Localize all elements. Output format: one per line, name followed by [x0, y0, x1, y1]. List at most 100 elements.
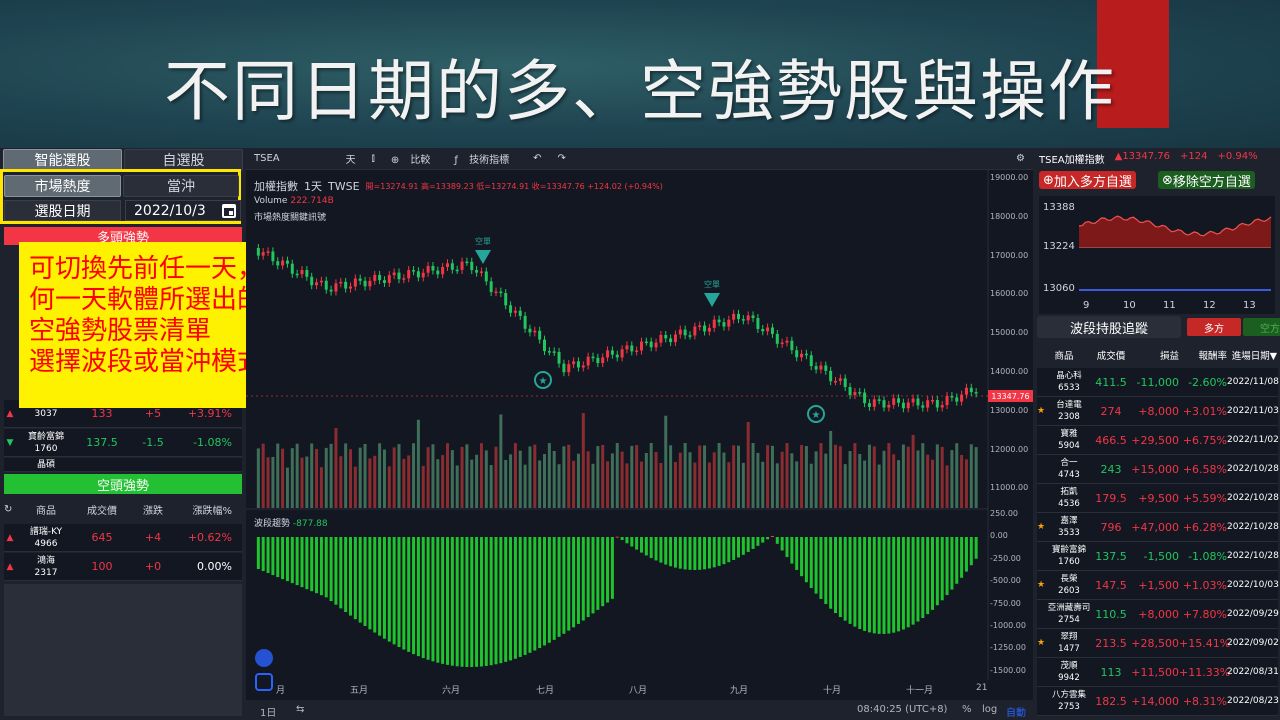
volume-bar [397, 444, 401, 508]
tab-long[interactable]: 多方 [1187, 318, 1241, 336]
calendar-icon[interactable] [222, 204, 236, 218]
candle [834, 380, 837, 383]
wave-bar [460, 537, 464, 667]
wave-bar [751, 537, 755, 549]
month-tick: 五月 [350, 686, 369, 696]
wave-bar [285, 537, 289, 582]
wave-bar [256, 537, 260, 570]
bull-row[interactable]: ▼ 寶齡富錦 1760 137.5 -1.5 -1.08% [4, 429, 242, 457]
volume-bar [572, 460, 576, 508]
volume-bar [601, 444, 605, 508]
candle [576, 361, 580, 368]
chart-canvas[interactable]: 空單空單★★ [246, 148, 1033, 720]
volume-bar [431, 444, 435, 508]
wave-bar [610, 537, 614, 599]
wave-bar [523, 537, 527, 655]
stock-return: +11.33% [1179, 665, 1231, 679]
col-entry-date[interactable]: 進場日期▼ [1227, 348, 1277, 362]
track-title[interactable]: 波段持股追蹤 [1037, 316, 1181, 338]
holding-row[interactable]: 寶雅 5904 466.5 +29,500 +6.75% 2022/11/02 [1037, 426, 1279, 455]
tab-smart-picker[interactable]: 智能選股 [3, 149, 122, 171]
tab-day-trade[interactable]: 當沖 [123, 175, 239, 197]
candle [319, 280, 323, 283]
wave-bar [858, 537, 862, 630]
wave-bar [635, 537, 639, 550]
holding-row[interactable]: ★ 嘉澤 3533 796 +47,000 +6.28% 2022/10/28 [1037, 513, 1279, 542]
stock-name-code: 八方雲集 2753 [1047, 689, 1091, 713]
volume-bar [523, 464, 527, 508]
volume-bar [261, 443, 265, 508]
holding-row[interactable]: 拓凱 4536 179.5 +9,500 +5.59% 2022/10/28 [1037, 484, 1279, 513]
holding-row[interactable]: 晶心科 6533 411.5 -11,000 -2.60% 2022/11/08 [1037, 368, 1279, 397]
refresh-icon[interactable]: ↻ [4, 504, 16, 515]
holding-row[interactable]: ★ 翠翔 1477 213.5 +28,500 +15.41% 2022/09/02 [1037, 629, 1279, 658]
auto-toggle[interactable]: 自動 [1006, 704, 1026, 719]
volume-bar [349, 449, 352, 508]
volume-bar [373, 455, 377, 508]
remove-short-button[interactable]: ⊗ 移除空方自選 [1158, 171, 1255, 190]
wave-bar [955, 537, 959, 584]
candle [887, 404, 891, 408]
percent-toggle[interactable]: % [962, 704, 972, 715]
volume-bar [698, 445, 702, 508]
wave-bar [766, 537, 770, 540]
range-button[interactable]: 1日 [260, 704, 276, 719]
candle [266, 251, 270, 253]
wave-label: 波段趨勢 [254, 519, 291, 529]
wave-bar [310, 537, 314, 592]
holding-row[interactable]: ★ 長榮 2603 147.5 +1,500 +1.03% 2022/10/03 [1037, 571, 1279, 600]
holding-row[interactable]: 八方雲集 2753 182.5 +14,000 +8.31% 2022/08/23 [1037, 687, 1279, 716]
tab-watchlist[interactable]: 自選股 [124, 149, 243, 171]
candle [800, 353, 804, 358]
date-picker[interactable]: 2022/10/3 [125, 200, 241, 221]
stock-return: +8.31% [1182, 694, 1227, 708]
volume-bar [853, 443, 857, 508]
wave-bar [926, 537, 930, 615]
stock-name: 茂順 [1060, 661, 1078, 671]
stock-price: 213.5 [1095, 636, 1127, 650]
wave-bar [426, 537, 430, 660]
log-toggle[interactable]: log [982, 704, 997, 715]
candle [950, 395, 954, 398]
holding-row[interactable]: 亞洲藏壽司 2754 110.5 +8,000 +7.80% 2022/09/29 [1037, 600, 1279, 629]
stock-name: 晶碩 [36, 459, 55, 470]
bear-strength-header[interactable]: 空頭強勢 [4, 474, 242, 494]
candle [426, 266, 430, 273]
bull-row[interactable]: 晶碩 [4, 458, 242, 472]
add-long-button[interactable]: ⊕ 加入多方自選 [1039, 171, 1136, 190]
candle [770, 327, 774, 334]
stock-price: 137.5 [86, 436, 118, 449]
short-signal-label: 空單 [475, 236, 491, 246]
wave-bar [567, 537, 571, 631]
col-return: 報酬率 [1198, 351, 1227, 362]
wave-bar [693, 537, 697, 570]
holding-row[interactable]: 合一 4743 243 +15,000 +6.58% 2022/10/28 [1037, 455, 1279, 484]
volume-bar [741, 462, 745, 508]
wave-bar [809, 537, 813, 589]
wave-bar [916, 537, 920, 622]
holding-row[interactable]: ★ 台達電 2308 274 +8,000 +3.01% 2022/11/03 [1037, 397, 1279, 426]
goto-date-icon[interactable]: ⇆ [296, 704, 304, 715]
wave-bar [518, 537, 522, 657]
holding-row[interactable]: 寶齡富錦 1760 137.5 -1,500 -1.08% 2022/10/28 [1037, 542, 1279, 571]
volume-bar [751, 443, 755, 508]
stock-return: +1.03% [1182, 578, 1227, 592]
stock-code: 4966 [34, 538, 58, 549]
stock-change: +4 [144, 531, 162, 544]
stock-return: +6.28% [1182, 520, 1227, 534]
price-chart[interactable]: TSEA 天 ⫾ ⊕ 比較 ƒ 技術指標 ↶ ↷ ⚙ 加權指數 1天 TWSE … [246, 148, 1033, 720]
bear-row[interactable]: ▲ 譜瑞-KY 4966 645 +4 +0.62% [4, 524, 242, 552]
wave-bar [528, 537, 532, 653]
month-tick: 月 [276, 686, 286, 696]
candle [795, 350, 799, 358]
tab-market-heat[interactable]: 市場熱度 [4, 175, 121, 197]
holding-row[interactable]: 茂順 9942 113 +11,500 +11.33% 2022/08/31 [1037, 658, 1279, 687]
candle [741, 319, 745, 321]
wave-bar [290, 537, 294, 584]
wave-bar [416, 537, 420, 657]
tab-short[interactable]: 空方 [1243, 318, 1280, 336]
price-tick: 16000.00 [990, 289, 1029, 299]
wave-bar [911, 537, 915, 625]
bear-row[interactable]: ▲ 鴻海 2317 100 +0 0.00% [4, 553, 242, 581]
wave-bar [795, 537, 799, 570]
